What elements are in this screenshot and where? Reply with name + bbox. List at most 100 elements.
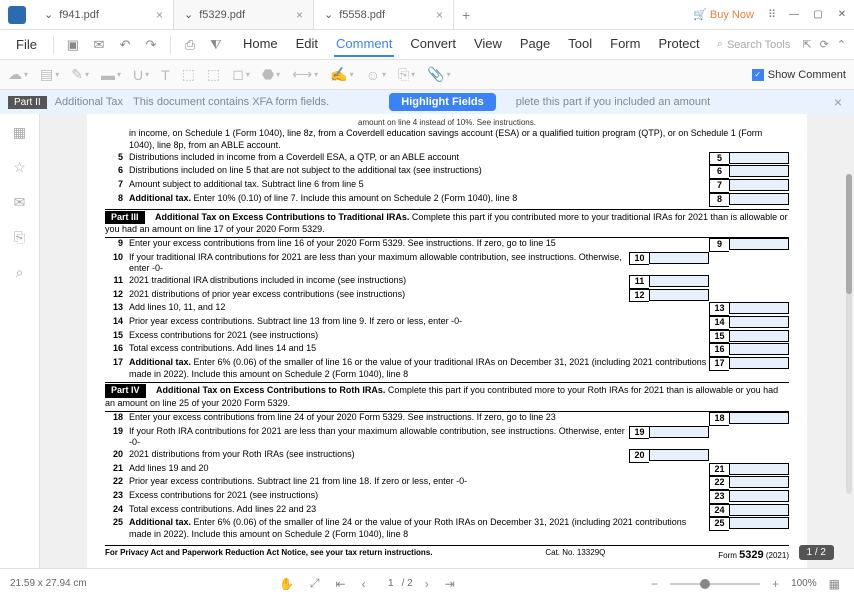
comment-tool[interactable]: ☁▾ — [8, 66, 28, 83]
link-tool[interactable]: ⎘▾ — [398, 66, 415, 83]
form-field-23[interactable] — [729, 490, 789, 502]
fit-page-icon[interactable]: ▦ — [825, 577, 844, 591]
nav-home[interactable]: Home — [241, 32, 280, 57]
form-line-9: 9Enter your excess contributions from li… — [105, 238, 789, 252]
form-field-8[interactable] — [729, 193, 789, 205]
search-tools[interactable]: ⌕ Search Tools — [717, 38, 791, 51]
zoom-out-button[interactable]: − — [647, 577, 662, 591]
nav-convert[interactable]: Convert — [408, 32, 458, 57]
form-field-6[interactable] — [729, 165, 789, 177]
close-icon[interactable]: × — [436, 8, 443, 22]
form-field-14[interactable] — [729, 316, 789, 328]
filter-icon[interactable]: ⧨ — [205, 34, 227, 56]
form-field-12[interactable] — [649, 289, 709, 301]
next-page-button[interactable]: › — [421, 577, 433, 591]
form-field-25[interactable] — [729, 517, 789, 529]
close-icon[interactable]: × — [156, 8, 163, 22]
tab-f5329[interactable]: ⌄ f5329.pdf × — [174, 0, 314, 29]
first-page-button[interactable]: ⇤ — [332, 577, 350, 591]
shape-tool[interactable]: ◻▾ — [232, 66, 250, 83]
form-field-22[interactable] — [729, 476, 789, 488]
app-menu-icon[interactable]: ⠿ — [762, 8, 782, 21]
comment-toolbar: ☁▾ ▤▾ ✎▾ ▬▾ U▾ T ⬚ ⬚ ◻▾ ⬣▾ ⟷▾ ✍▾ ☺▾ ⎘▾ 📎… — [0, 60, 854, 90]
zoom-slider[interactable] — [670, 583, 760, 585]
form-field-17[interactable] — [729, 357, 789, 369]
user-tool[interactable]: ☺▾ — [366, 67, 386, 83]
page-input[interactable]: 1 — [378, 578, 394, 589]
zoom-value[interactable]: 100% — [791, 578, 817, 589]
search-panel-icon[interactable]: ⌕ — [16, 264, 24, 281]
nav-form[interactable]: Form — [608, 32, 642, 57]
zoom-in-button[interactable]: + — [768, 577, 783, 591]
external-link-icon[interactable]: ⇱ — [802, 38, 811, 51]
form-field-21[interactable] — [729, 463, 789, 475]
line-number: 9 — [105, 238, 129, 250]
app-logo[interactable] — [8, 6, 26, 24]
vertical-scrollbar-thumb[interactable] — [846, 174, 852, 294]
comments-icon[interactable]: ✉ — [14, 194, 26, 211]
nav-page[interactable]: Page — [518, 32, 552, 57]
callout-tool[interactable]: ⬚ — [207, 66, 220, 83]
add-tab-button[interactable]: + — [454, 0, 478, 29]
form-field-11[interactable] — [649, 275, 709, 287]
nav-view[interactable]: View — [472, 32, 504, 57]
undo-icon[interactable]: ↶ — [114, 34, 136, 56]
select-tool-icon[interactable]: ⤢ — [306, 576, 324, 591]
show-comment-toggle[interactable]: ✓ Show Comment — [752, 69, 846, 81]
form-field-20[interactable] — [649, 449, 709, 461]
nav-protect[interactable]: Protect — [656, 32, 701, 57]
measure-tool[interactable]: ⟷▾ — [292, 66, 318, 83]
file-menu[interactable]: File — [8, 37, 45, 52]
pencil-tool[interactable]: ✎▾ — [71, 66, 89, 83]
form-field-5[interactable] — [729, 152, 789, 164]
redo-icon[interactable]: ↷ — [140, 34, 162, 56]
cloud-icon[interactable]: ⟳ — [820, 38, 829, 51]
form-field-16[interactable] — [729, 343, 789, 355]
nav-tool[interactable]: Tool — [566, 32, 594, 57]
form-field-18[interactable] — [729, 412, 789, 424]
form-field-15[interactable] — [729, 330, 789, 342]
close-icon[interactable]: × — [296, 8, 303, 22]
close-button[interactable]: ✕ — [830, 0, 854, 29]
form-field-13[interactable] — [729, 302, 789, 314]
thumbnails-icon[interactable]: ▦ — [13, 124, 26, 141]
attach-tool[interactable]: 📎▾ — [427, 66, 450, 83]
tab-f941[interactable]: ⌄ f941.pdf × — [34, 0, 174, 29]
highlight-fields-button[interactable]: Highlight Fields — [389, 93, 496, 111]
mail-icon[interactable]: ✉ — [88, 34, 110, 56]
nav-comment[interactable]: Comment — [334, 32, 394, 57]
line-text: Enter your excess contributions from lin… — [129, 238, 709, 250]
buy-now-button[interactable]: 🛒 Buy Now — [693, 8, 754, 21]
stamp-tool[interactable]: ⬣▾ — [262, 66, 280, 83]
form-field-9[interactable] — [729, 238, 789, 250]
prev-page-button[interactable]: ‹ — [358, 577, 370, 591]
text-tool[interactable]: T — [161, 67, 170, 83]
textbox-tool[interactable]: ⬚ — [182, 66, 195, 83]
form-field-7[interactable] — [729, 179, 789, 191]
signature-tool[interactable]: ✍▾ — [330, 66, 353, 83]
expand-icon[interactable]: ⌃ — [837, 38, 846, 51]
tab-f5558[interactable]: ⌄ f5558.pdf × — [314, 0, 454, 29]
line-text: Total excess contributions. Add lines 22… — [129, 504, 709, 516]
save-icon[interactable]: ▣ — [62, 34, 84, 56]
cat-no: Cat. No. 13329Q — [545, 548, 605, 562]
close-notice-icon[interactable]: × — [830, 94, 846, 110]
attachments-icon[interactable]: ⎘ — [14, 229, 25, 246]
form-field-10[interactable] — [649, 252, 709, 264]
document-viewport[interactable]: amount on line 4 instead of 10%. See ins… — [40, 114, 854, 568]
form-field-19[interactable] — [649, 426, 709, 438]
nav-edit[interactable]: Edit — [294, 32, 320, 57]
note-tool[interactable]: ▤▾ — [40, 66, 59, 83]
maximize-button[interactable]: ▢ — [806, 0, 830, 29]
underline-tool[interactable]: U▾ — [133, 67, 149, 83]
minimize-button[interactable]: — — [782, 0, 806, 29]
box-number: 14 — [709, 316, 729, 330]
highlight-tool[interactable]: ▬▾ — [101, 67, 121, 83]
hand-tool-icon[interactable]: ✋ — [275, 577, 298, 591]
bookmarks-icon[interactable]: ☆ — [13, 159, 26, 176]
pdf-page: amount on line 4 instead of 10%. See ins… — [87, 114, 807, 568]
form-field-24[interactable] — [729, 504, 789, 516]
print-icon[interactable]: ⎙ — [179, 34, 201, 56]
last-page-button[interactable]: ⇥ — [441, 577, 459, 591]
zoom-slider-thumb[interactable] — [700, 579, 710, 589]
